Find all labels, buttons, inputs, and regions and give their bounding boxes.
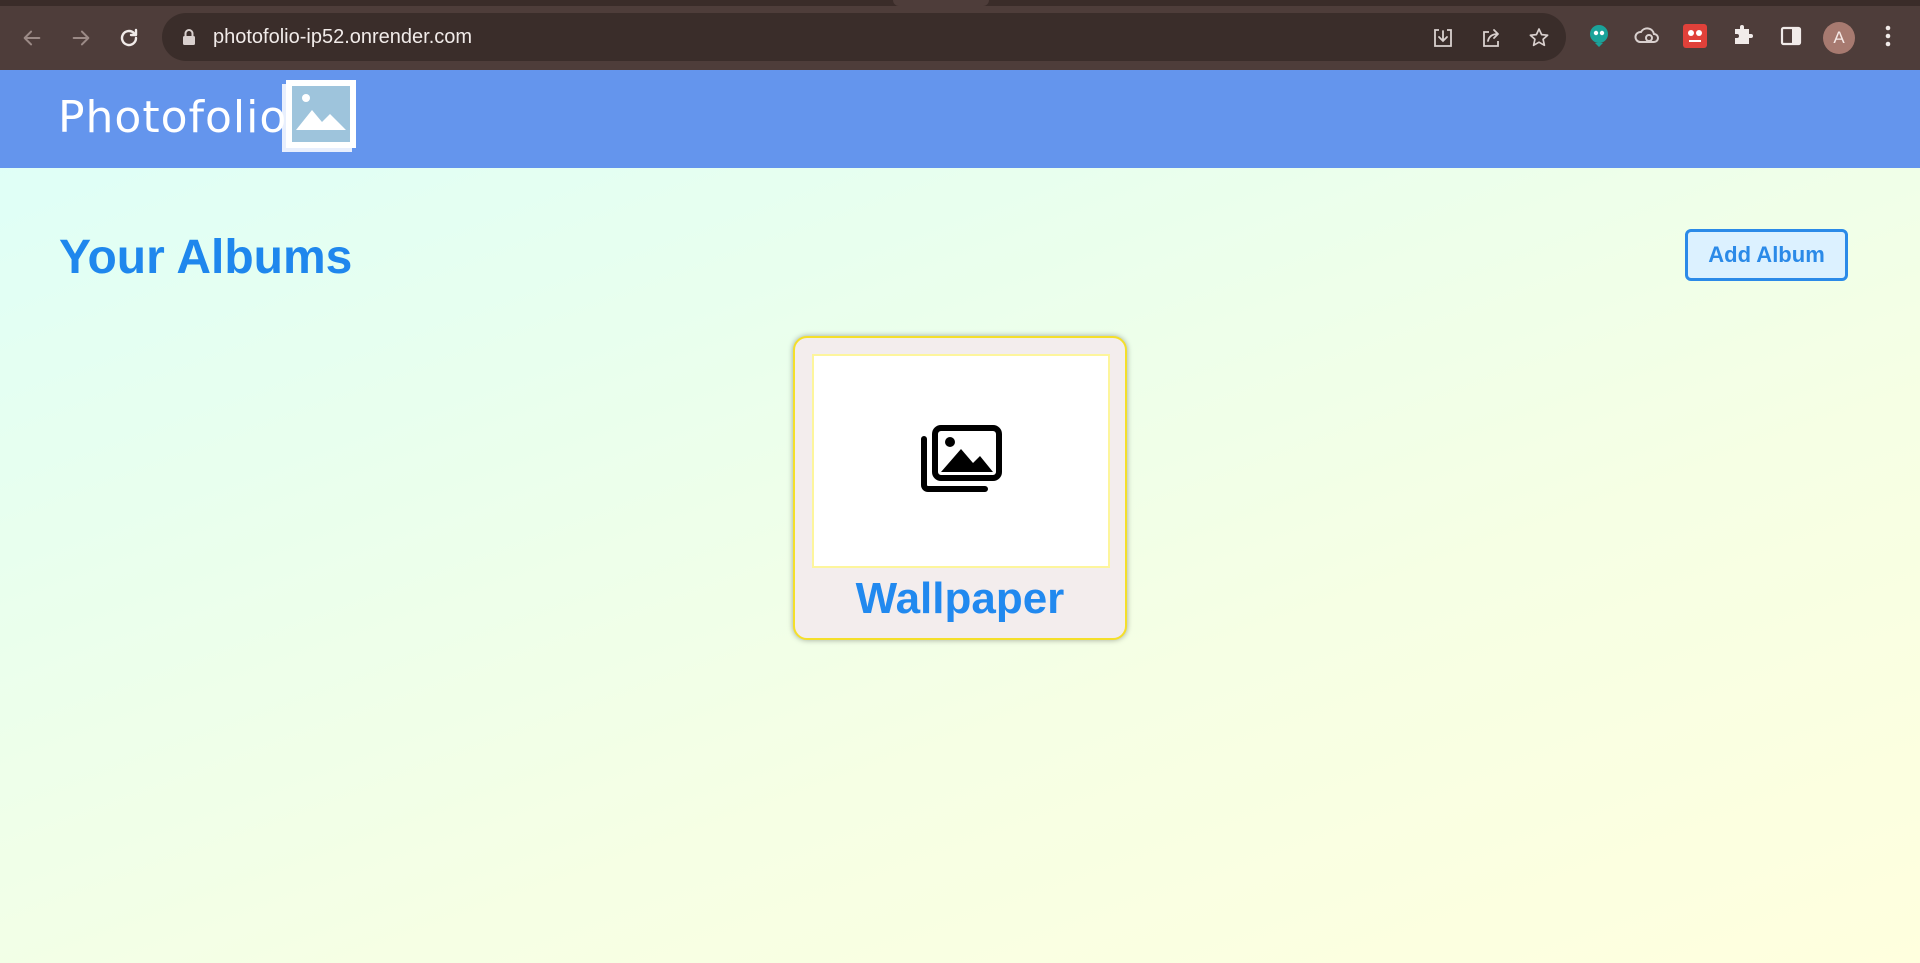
- album-card[interactable]: Wallpaper: [793, 336, 1127, 640]
- puzzle-extensions-icon[interactable]: [1729, 22, 1757, 50]
- profile-avatar[interactable]: A: [1823, 22, 1855, 54]
- forward-arrow-icon[interactable]: [65, 22, 97, 54]
- active-tab-edge[interactable]: [893, 0, 989, 6]
- album-title[interactable]: Wallpaper: [795, 574, 1125, 624]
- url-text[interactable]: photofolio-ip52.onrender.com: [213, 25, 472, 49]
- tab-strip: [0, 0, 1920, 6]
- three-dot-menu-icon[interactable]: [1874, 22, 1902, 50]
- brand-name[interactable]: Photofolio: [58, 88, 287, 148]
- add-album-button[interactable]: Add Album: [1685, 229, 1848, 281]
- back-arrow-icon[interactable]: [16, 22, 48, 54]
- red-extension-icon[interactable]: [1681, 22, 1709, 50]
- bookmark-star-icon[interactable]: [1526, 25, 1552, 51]
- browser-toolbar: photofolio-ip52.onrender.com A: [0, 0, 1920, 70]
- photo-frame-logo-icon[interactable]: [282, 80, 356, 152]
- reload-icon[interactable]: [113, 22, 145, 54]
- app-navbar: Photofolio: [0, 70, 1920, 168]
- page-title: Your Albums: [59, 231, 353, 284]
- lock-icon[interactable]: [182, 28, 200, 46]
- cloud-extension-icon[interactable]: [1633, 22, 1661, 50]
- photo-album-icon: [919, 424, 1003, 498]
- page-body: Photofolio Your Albums Add Album Wallpap…: [0, 70, 1920, 963]
- share-icon[interactable]: [1478, 25, 1504, 51]
- side-panel-icon[interactable]: [1777, 22, 1805, 50]
- address-bar[interactable]: photofolio-ip52.onrender.com: [162, 13, 1566, 61]
- album-thumbnail[interactable]: [812, 354, 1110, 568]
- green-extension-icon[interactable]: [1585, 22, 1613, 50]
- install-app-icon[interactable]: [1430, 25, 1456, 51]
